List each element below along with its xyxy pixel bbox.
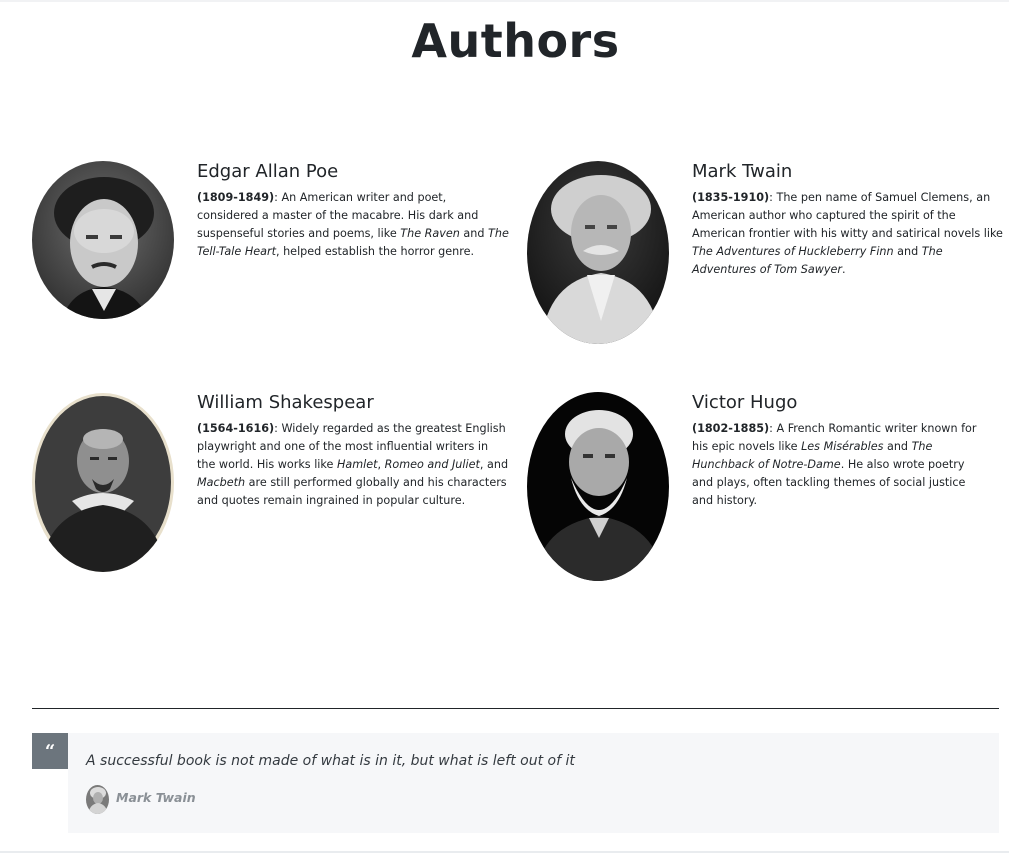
author-years: (1809-1849)	[197, 191, 275, 204]
book-title: The Raven	[400, 227, 460, 240]
author-bio: (1809-1849): An American writer and poet…	[197, 191, 509, 258]
book-title: Les Misérables	[801, 440, 884, 453]
book-title: The Adventures of Huckleberry Finn	[692, 245, 894, 258]
quote-text: A successful book is not made of what is…	[86, 753, 575, 769]
book-title: Hamlet	[336, 458, 378, 471]
book-title: The Tell-Tale Heart	[197, 227, 509, 258]
author-portrait-twain	[527, 161, 669, 344]
author-portrait-shakespear	[32, 393, 174, 572]
quote-box: A successful book is not made of what is…	[68, 733, 999, 833]
top-border	[0, 0, 1009, 2]
author-bio: (1802-1885): A French Romantic writer kn…	[692, 422, 977, 507]
quote-left-icon: “	[32, 733, 68, 769]
author-bio: (1564-1616): Widely regarded as the grea…	[197, 422, 509, 507]
section-divider	[32, 708, 999, 709]
author-name: William Shakespear	[197, 392, 374, 413]
quote-author: Mark Twain	[116, 790, 196, 805]
author-portrait-poe	[32, 161, 174, 319]
author-name: Edgar Allan Poe	[197, 161, 339, 182]
author-name: Victor Hugo	[692, 392, 798, 413]
author-years: (1802-1885)	[692, 422, 770, 435]
book-title: Romeo and Juliet	[384, 458, 480, 471]
page-title: Authors	[411, 14, 620, 68]
book-title: Macbeth	[197, 476, 246, 489]
author-bio: (1835-1910): The pen name of Samuel Clem…	[692, 191, 1003, 276]
author-years: (1564-1616)	[197, 422, 275, 435]
author-portrait-hugo	[527, 392, 669, 581]
author-name: Mark Twain	[692, 161, 793, 182]
quote-author-avatar	[86, 785, 109, 814]
author-years: (1835-1910)	[692, 191, 770, 204]
